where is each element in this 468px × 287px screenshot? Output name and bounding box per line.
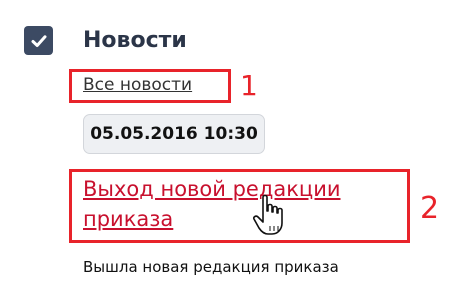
all-news-link[interactable]: Все новости	[83, 74, 192, 96]
news-checkbox[interactable]	[24, 26, 53, 55]
news-date-badge: 05.05.2016 10:30	[83, 114, 265, 154]
section-title: Новости	[83, 28, 187, 53]
news-title-link[interactable]: Выход новой редакции приказа	[83, 174, 401, 234]
hand-pointer-icon	[253, 194, 283, 235]
checkmark-icon	[31, 34, 46, 47]
annotation-marker-1: 1	[240, 69, 258, 102]
news-description: Вышла новая редакция приказа	[83, 258, 339, 276]
news-panel: Новости Все новости 1 05.05.2016 10:30 В…	[0, 0, 468, 287]
annotation-marker-2: 2	[420, 191, 440, 226]
